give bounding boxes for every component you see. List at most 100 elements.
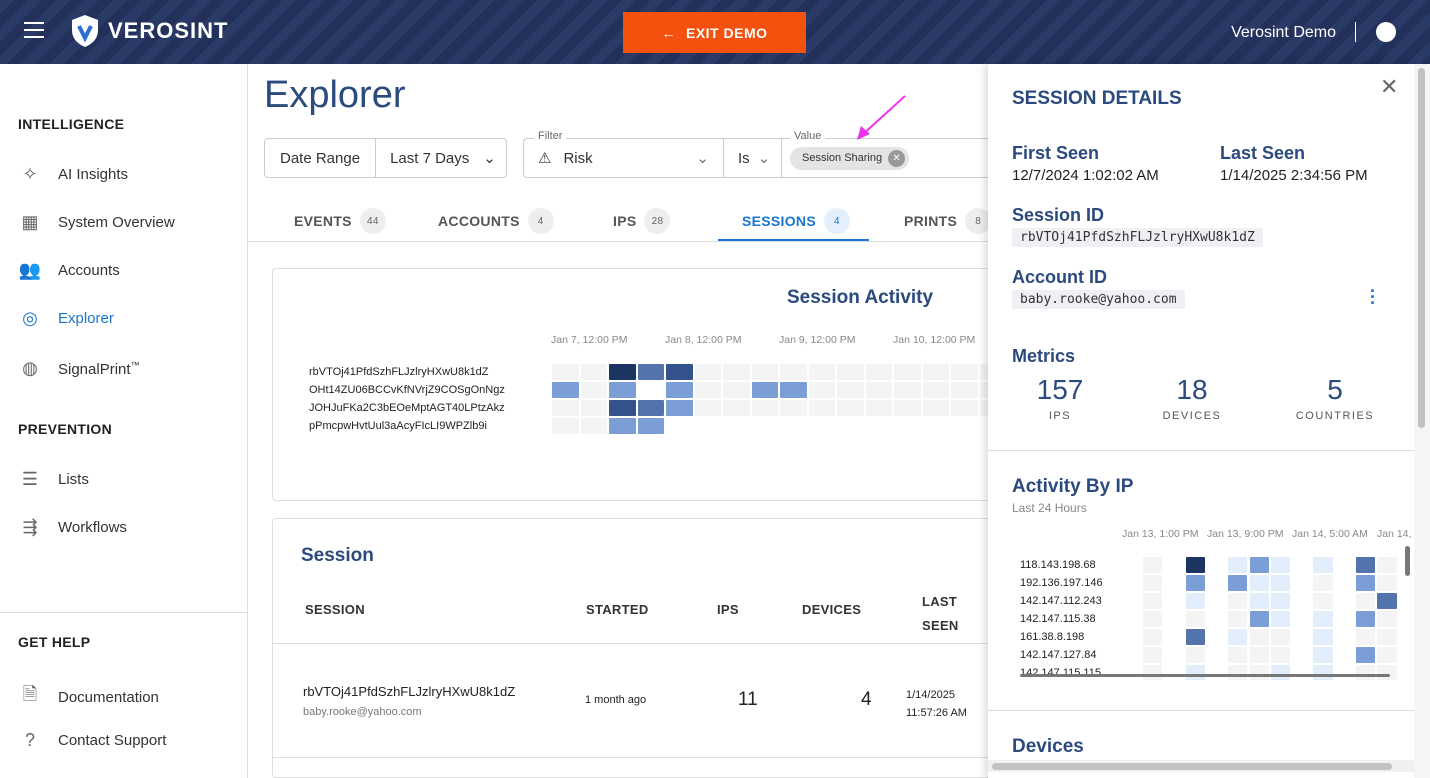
heatmap-cell[interactable] [1377, 575, 1397, 591]
heatmap-cell[interactable] [694, 364, 721, 380]
heatmap-cell[interactable] [1249, 611, 1269, 627]
chip-remove-icon[interactable]: ✕ [888, 149, 906, 167]
filter-field-select[interactable]: ⚠ Risk ⌄ [524, 139, 724, 177]
heatmap-cell[interactable] [666, 382, 693, 398]
heatmap-cell[interactable] [751, 364, 778, 380]
heatmap-cell[interactable] [894, 400, 921, 416]
heatmap-cell[interactable] [922, 382, 949, 398]
table-row[interactable]: rbVTOj41PfdSzhFLJzlryHXwU8k1dZ baby.rook… [273, 644, 1013, 758]
heatmap-cell[interactable] [865, 382, 892, 398]
heatmap-cell[interactable] [609, 364, 636, 380]
heatmap-cell[interactable] [1228, 611, 1248, 627]
heatmap-cell[interactable] [1143, 557, 1163, 573]
heatmap-cell[interactable] [1249, 593, 1269, 609]
heatmap-cell[interactable] [1313, 647, 1333, 663]
heatmap-cell[interactable] [1356, 665, 1376, 680]
account-id-value[interactable]: baby.rooke@yahoo.com [1012, 290, 1185, 309]
heatmap-cell[interactable] [951, 382, 978, 398]
sidebar-item-accounts[interactable]: 👥 Accounts [18, 260, 120, 281]
heatmap-cell[interactable] [723, 364, 750, 380]
heatmap-cell[interactable] [552, 382, 579, 398]
heatmap-cell[interactable] [1313, 593, 1333, 609]
heatmap-cell[interactable] [1313, 575, 1333, 591]
heatmap-cell[interactable] [780, 400, 807, 416]
session-id-value[interactable]: rbVTOj41PfdSzhFLJzlryHXwU8k1dZ [1012, 228, 1263, 247]
panel-horizontal-scrollbar[interactable] [988, 760, 1414, 772]
heatmap-cell[interactable] [1377, 629, 1397, 645]
heatmap-cell[interactable] [1143, 647, 1163, 663]
heatmap-cell[interactable] [1377, 557, 1397, 573]
heatmap-cell[interactable] [1377, 647, 1397, 663]
col-devices[interactable]: DEVICES [802, 602, 861, 617]
heatmap-cell[interactable] [1356, 593, 1376, 609]
heatmap-cell[interactable] [1185, 575, 1205, 591]
sidebar-item-explorer[interactable]: ◎ Explorer [18, 308, 114, 329]
operator-select[interactable]: Is ⌄ [724, 139, 782, 177]
heatmap-cell[interactable] [1270, 629, 1291, 645]
heatmap-cell[interactable] [637, 400, 664, 416]
heatmap-cell[interactable] [723, 400, 750, 416]
heatmap-cell[interactable] [951, 364, 978, 380]
heatmap-cell[interactable] [751, 382, 778, 398]
heatmap-cell[interactable] [1185, 557, 1205, 573]
col-started[interactable]: STARTED [586, 602, 649, 617]
heatmap-cell[interactable] [808, 364, 835, 380]
heatmap-cell[interactable] [1270, 557, 1291, 573]
heatmap-cell[interactable] [552, 364, 579, 380]
col-session[interactable]: SESSION [305, 602, 365, 617]
heatmap-cell[interactable] [1249, 647, 1269, 663]
page-vertical-scrollbar[interactable] [1414, 64, 1430, 778]
heatmap-cell[interactable] [580, 418, 607, 434]
sidebar-item-workflows[interactable]: ⇶ Workflows [18, 517, 126, 538]
heatmap-cell[interactable] [1377, 611, 1397, 627]
heatmap-cell[interactable] [580, 364, 607, 380]
heatmap-cell[interactable] [1270, 665, 1291, 680]
heatmap-cell[interactable] [1313, 557, 1333, 573]
heatmap-cell[interactable] [580, 400, 607, 416]
col-last-seen[interactable]: LAST SEEN [922, 590, 962, 638]
date-range-select[interactable]: Date Range Last 7 Days ⌄ [264, 138, 507, 178]
sidebar-item-contact-support[interactable]: ? Contact Support [18, 730, 166, 751]
heatmap-cell[interactable] [1143, 629, 1163, 645]
heatmap-cell[interactable] [552, 418, 579, 434]
sidebar-item-documentation[interactable]: 🗎 Documentation [18, 682, 159, 712]
close-icon[interactable]: ✕ [1380, 74, 1398, 100]
exit-demo-button[interactable]: ← EXIT DEMO [623, 12, 806, 53]
heatmap-cell[interactable] [1228, 629, 1248, 645]
heatmap-cell[interactable] [1377, 593, 1397, 609]
sidebar-item-lists[interactable]: ☰ Lists [18, 469, 89, 490]
heatmap-cell[interactable] [894, 382, 921, 398]
heatmap-cell[interactable] [1185, 593, 1205, 609]
heatmap-cell[interactable] [1185, 665, 1205, 680]
sidebar-item-system-overview[interactable]: ▦ System Overview [18, 212, 174, 233]
heatmap-cell[interactable] [609, 382, 636, 398]
heatmap-cell[interactable] [1270, 593, 1291, 609]
tab-sessions[interactable]: SESSIONS 4 [742, 208, 850, 234]
heatmap-cell[interactable] [1249, 629, 1269, 645]
heatmap-cell[interactable] [666, 400, 693, 416]
sidebar-item-signalprint[interactable]: ◍ SignalPrint™ [18, 358, 139, 379]
session-id[interactable]: rbVTOj41PfdSzhFLJzlryHXwU8k1dZ [303, 684, 515, 699]
heatmap-cell[interactable] [808, 400, 835, 416]
tab-events[interactable]: EVENTS 44 [294, 208, 386, 234]
heatmap-cell[interactable] [780, 382, 807, 398]
logo[interactable]: VEROSINT [70, 14, 228, 48]
heatmap-horizontal-scrollbar[interactable] [1020, 674, 1390, 677]
heatmap-cell[interactable] [1356, 629, 1376, 645]
heatmap-cell[interactable] [1143, 575, 1163, 591]
heatmap-cell[interactable] [1228, 575, 1248, 591]
heatmap-cell[interactable] [780, 364, 807, 380]
heatmap-cell[interactable] [1249, 575, 1269, 591]
heatmap-cell[interactable] [1270, 575, 1291, 591]
heatmap-cell[interactable] [1377, 665, 1397, 680]
heatmap-cell[interactable] [922, 400, 949, 416]
heatmap-cell[interactable] [951, 400, 978, 416]
more-options-icon[interactable]: · · · [1370, 282, 1376, 312]
heatmap-cell[interactable] [580, 382, 607, 398]
heatmap-cell[interactable] [1143, 611, 1163, 627]
heatmap-cell[interactable] [1313, 629, 1333, 645]
heatmap-cell[interactable] [922, 364, 949, 380]
heatmap-cell[interactable] [1313, 665, 1333, 680]
heatmap-cell[interactable] [1270, 647, 1291, 663]
heatmap-cell[interactable] [1143, 593, 1163, 609]
